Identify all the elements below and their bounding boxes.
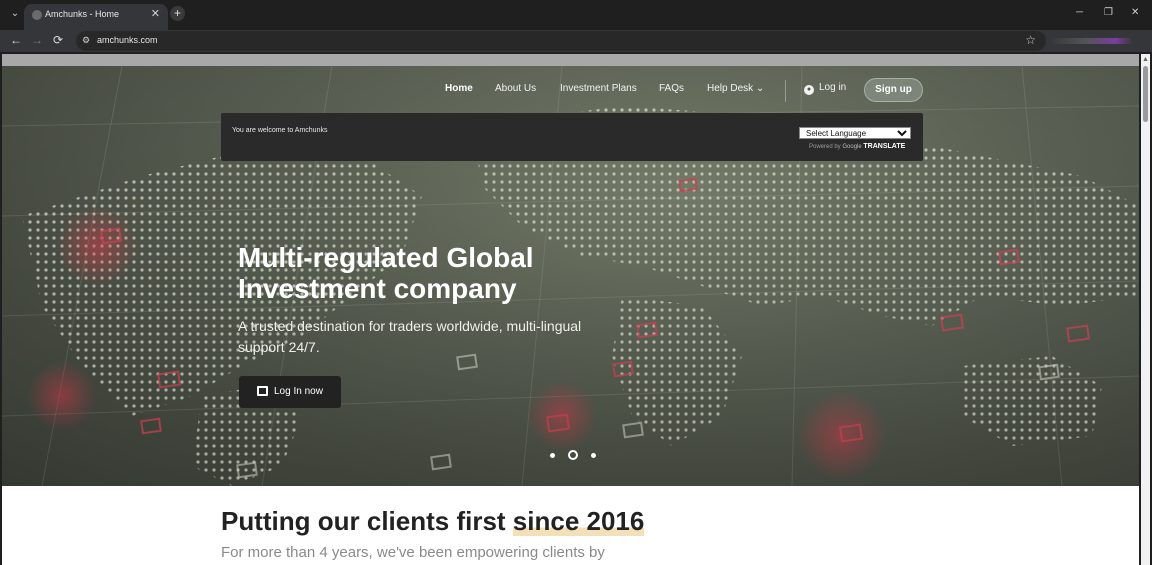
google-logo: Google xyxy=(842,144,862,150)
nav-help-desk[interactable]: Help Desk ⌄ xyxy=(707,83,764,94)
translate-label: TRANSLATE xyxy=(863,143,906,150)
reload-button[interactable]: ⟳ xyxy=(53,33,63,47)
section-title-plain: Putting our clients first xyxy=(221,506,513,536)
carousel-dots xyxy=(546,450,602,462)
login-now-label: Log In now xyxy=(274,386,323,397)
carousel-dot-3[interactable] xyxy=(591,453,596,458)
welcome-text: You are welcome to Amchunks xyxy=(232,127,328,134)
nav-home[interactable]: Home xyxy=(445,83,473,94)
carousel-dot-2[interactable] xyxy=(568,450,578,460)
page-viewport: Home About Us Investment Plans FAQs Help… xyxy=(2,54,1139,565)
carousel-dot-1[interactable] xyxy=(550,453,555,458)
nav-faqs[interactable]: FAQs xyxy=(659,83,684,94)
minimize-button[interactable]: ─ xyxy=(1076,7,1083,18)
nav-investment-plans[interactable]: Investment Plans xyxy=(560,83,637,94)
login-now-button[interactable]: Log In now xyxy=(239,376,341,408)
language-select[interactable]: Select Language xyxy=(799,127,911,139)
address-bar[interactable]: ⚙ amchunks.com ☆ xyxy=(76,31,1046,51)
forward-button[interactable]: → xyxy=(31,33,43,47)
section-title: Putting our clients first since 2016 xyxy=(221,506,645,537)
section-title-highlight: since 2016 xyxy=(512,506,645,536)
hero-title: Multi-regulated Global Investment compan… xyxy=(238,242,534,304)
signup-button[interactable]: Sign up xyxy=(864,78,923,102)
nav-divider xyxy=(785,80,786,102)
user-icon: ● xyxy=(804,85,814,95)
profile-avatar[interactable] xyxy=(1052,38,1132,44)
nav-about-us[interactable]: About Us xyxy=(495,83,536,94)
url-text[interactable]: amchunks.com xyxy=(97,35,158,45)
restore-button[interactable]: ❐ xyxy=(1104,7,1113,18)
powered-by-google-translate[interactable]: Powered by Google TRANSLATE xyxy=(809,143,905,150)
bookmark-star-icon[interactable]: ☆ xyxy=(1025,33,1036,47)
scrollbar[interactable]: ▲ xyxy=(1141,54,1150,565)
new-tab-button[interactable]: + xyxy=(170,6,185,21)
welcome-bar: You are welcome to Amchunks Select Langu… xyxy=(221,113,923,161)
hero-section: Home About Us Investment Plans FAQs Help… xyxy=(2,66,1139,486)
powered-by-label: Powered by xyxy=(809,144,841,150)
top-strip xyxy=(2,54,1139,66)
tab-search-icon[interactable]: ⌄ xyxy=(8,7,22,21)
section-subtitle: For more than 4 years, we've been empowe… xyxy=(221,544,605,561)
hero-subtitle: A trusted destination for traders worldw… xyxy=(238,318,582,355)
favicon-icon xyxy=(32,10,42,20)
back-button[interactable]: ← xyxy=(10,33,22,47)
site-info-icon[interactable]: ⚙ xyxy=(82,35,94,47)
login-link[interactable]: ● Log in xyxy=(804,82,846,95)
browser-toolbar: ← → ⟳ ⚙ amchunks.com ☆ xyxy=(0,30,1152,52)
scroll-up-arrow-icon[interactable]: ▲ xyxy=(1141,56,1150,63)
scroll-thumb[interactable] xyxy=(1143,66,1148,122)
browser-tab[interactable]: Amchunks - Home ✕ xyxy=(24,4,168,30)
login-icon xyxy=(257,386,268,396)
main-nav: Home About Us Investment Plans FAQs Help… xyxy=(2,78,1139,102)
browser-tab-bar: ⌄ Amchunks - Home ✕ + ─ ❐ ✕ xyxy=(0,0,1152,30)
tab-title: Amchunks - Home xyxy=(45,9,120,19)
close-window-button[interactable]: ✕ xyxy=(1131,7,1139,18)
tab-close-icon[interactable]: ✕ xyxy=(151,7,160,20)
login-label: Log in xyxy=(819,82,847,93)
